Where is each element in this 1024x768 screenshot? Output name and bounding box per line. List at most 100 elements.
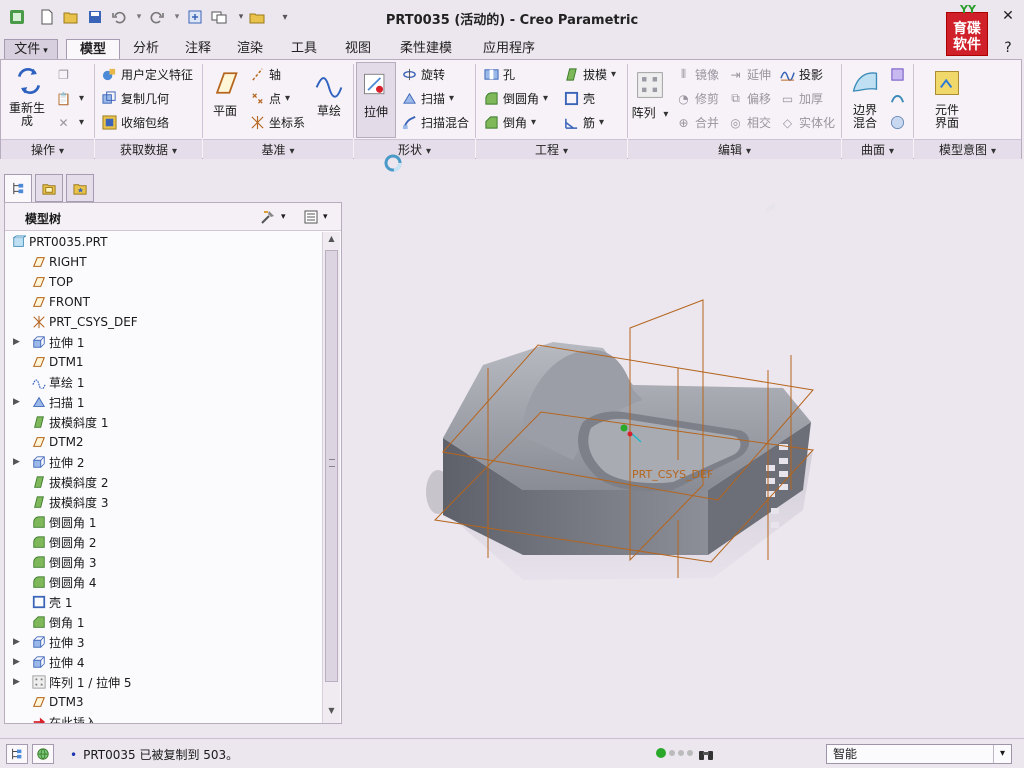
tab-flexible-modeling[interactable]: 柔性建模	[388, 39, 464, 60]
tab-render[interactable]: 渲染	[228, 39, 272, 60]
tree-item[interactable]: 倒圆角 1	[5, 512, 321, 532]
tree-item[interactable]: DTM1	[5, 352, 321, 372]
close-icon[interactable]: ✕	[996, 6, 1020, 26]
model-tree-scrollbar[interactable]: ▲ ▼	[322, 232, 340, 723]
group-model-intent[interactable]: 模型意图	[914, 139, 1021, 159]
tree-item[interactable]: ▶ 阵列 1 / 拉伸 5	[5, 672, 321, 692]
group-get-data[interactable]: 获取数据	[95, 139, 202, 159]
thicken-button[interactable]: ▭ 加厚	[779, 90, 823, 107]
expand-arrow-icon[interactable]: ▶	[13, 657, 23, 667]
tree-item[interactable]: ▶ 扫描 1	[5, 392, 321, 412]
shrinkwrap-button[interactable]: 收缩包络	[101, 114, 169, 131]
tree-item[interactable]: 倒圆角 2	[5, 532, 321, 552]
tree-item[interactable]: DTM3	[5, 692, 321, 712]
tab-analysis[interactable]: 分析	[124, 39, 168, 60]
scrollbar-thumb[interactable]	[325, 250, 338, 682]
solidify-button[interactable]: ◇ 实体化	[779, 114, 835, 131]
freestyle-button[interactable]	[889, 114, 909, 131]
pattern-button[interactable]: 阵列	[631, 68, 669, 122]
fill-surface-button[interactable]	[889, 66, 909, 83]
axis-button[interactable]: 轴	[249, 66, 281, 83]
mirror-button[interactable]: ⫴ 镜像	[675, 66, 719, 83]
user-defined-feature-button[interactable]: 用户定义特征	[101, 66, 193, 83]
selection-filter-select[interactable]: 智能 ▾	[826, 744, 1012, 764]
plane-button[interactable]: 平面	[207, 66, 243, 118]
expand-arrow-icon[interactable]: ▶	[13, 637, 23, 647]
merge-button[interactable]: ⊕ 合并	[675, 114, 719, 131]
tab-favorites[interactable]	[66, 174, 94, 202]
tree-item[interactable]: RIGHT	[5, 252, 321, 272]
expand-arrow-icon[interactable]: ▶	[13, 397, 23, 407]
tree-item[interactable]: 拔模斜度 1	[5, 412, 321, 432]
point-button[interactable]: 点	[249, 90, 290, 107]
paste-button[interactable]: 📋	[55, 90, 84, 107]
hole-button[interactable]: 孔	[483, 66, 515, 83]
tab-annotate[interactable]: 注释	[176, 39, 220, 60]
trim-button[interactable]: ◔ 修剪	[675, 90, 719, 107]
tree-settings-button[interactable]: ▾	[259, 208, 286, 226]
tree-item[interactable]: PRT_CSYS_DEF	[5, 312, 321, 332]
toggle-navigator-button[interactable]	[6, 744, 28, 764]
toggle-browser-button[interactable]	[32, 744, 54, 764]
intersect-button[interactable]: ◎ 相交	[727, 114, 771, 131]
sketch-button[interactable]: 草绘	[309, 66, 349, 118]
csys-button[interactable]: 坐标系	[249, 114, 305, 131]
offset-button[interactable]: ⧉ 偏移	[727, 90, 771, 107]
group-operations[interactable]: 操作	[1, 139, 94, 159]
expand-arrow-icon[interactable]: ▶	[13, 457, 23, 467]
tree-item[interactable]: ▶ 拉伸 4	[5, 652, 321, 672]
group-editing[interactable]: 编辑	[628, 139, 841, 159]
project-button[interactable]: 投影	[779, 66, 823, 83]
tree-item[interactable]: ▶ 拉伸 3	[5, 632, 321, 652]
tree-item[interactable]: 倒圆角 3	[5, 552, 321, 572]
tab-file[interactable]: 文件 ▾	[4, 39, 58, 60]
scroll-up-icon[interactable]: ▲	[325, 234, 338, 248]
group-shapes[interactable]: 形状	[354, 139, 475, 159]
tab-tools[interactable]: 工具	[282, 39, 326, 60]
sweep-button[interactable]: 扫描	[401, 90, 454, 107]
chamfer-button[interactable]: 倒角	[483, 114, 536, 131]
tree-item[interactable]: 倒角 1	[5, 612, 321, 632]
tab-model[interactable]: 模型	[66, 39, 120, 60]
tab-view[interactable]: 视图	[336, 39, 380, 60]
copy-button[interactable]: ❐	[55, 66, 75, 83]
graphics-viewport[interactable]: PRT_CSYS_DEF	[343, 160, 1024, 737]
expand-arrow-icon[interactable]: ▶	[13, 677, 23, 687]
expand-arrow-icon[interactable]: ▶	[13, 337, 23, 347]
tree-item[interactable]: ▶ 拉伸 1	[5, 332, 321, 352]
boundary-blend-button[interactable]: 边界混合	[845, 66, 885, 130]
tree-item[interactable]: 在此插入	[5, 712, 321, 723]
extrude-button[interactable]: 拉伸	[356, 62, 396, 138]
style-surface-button[interactable]	[889, 90, 909, 107]
revolve-button[interactable]: 旋转	[401, 66, 445, 83]
extend-button[interactable]: ⇥ 延伸	[727, 66, 771, 83]
group-engineering[interactable]: 工程	[476, 139, 627, 159]
tab-applications[interactable]: 应用程序	[472, 39, 546, 60]
group-surfaces[interactable]: 曲面	[842, 139, 913, 159]
tree-item[interactable]: ▶ 拉伸 2	[5, 452, 321, 472]
tree-show-button[interactable]: ▾	[303, 208, 328, 226]
shell-button[interactable]: 壳	[563, 90, 595, 107]
tree-item[interactable]: TOP	[5, 272, 321, 292]
round-button[interactable]: 倒圆角	[483, 90, 548, 107]
tree-item[interactable]: 拔模斜度 3	[5, 492, 321, 512]
delete-button[interactable]: ✕	[55, 114, 84, 131]
rib-button[interactable]: 筋	[563, 114, 604, 131]
component-interface-button[interactable]: 元件界面	[921, 66, 973, 130]
scroll-down-icon[interactable]: ▼	[325, 706, 338, 720]
find-button[interactable]	[694, 744, 718, 764]
swept-blend-button[interactable]: 扫描混合	[401, 114, 469, 131]
copy-geometry-button[interactable]: 复制几何	[101, 90, 169, 107]
tab-folder-browser[interactable]	[35, 174, 63, 202]
tab-model-tree[interactable]	[4, 174, 32, 202]
tree-item[interactable]: 壳 1	[5, 592, 321, 612]
tree-item[interactable]: 草绘 1	[5, 372, 321, 392]
tree-item[interactable]: FRONT	[5, 292, 321, 312]
tree-item[interactable]: 拔模斜度 2	[5, 472, 321, 492]
tree-item[interactable]: PRT0035.PRT	[5, 232, 321, 252]
draft-button[interactable]: 拔模	[563, 66, 616, 83]
tree-item[interactable]: 倒圆角 4	[5, 572, 321, 592]
tree-item[interactable]: DTM2	[5, 432, 321, 452]
group-datum[interactable]: 基准	[203, 139, 353, 159]
regenerate-button[interactable]: 重新生成	[7, 64, 51, 128]
